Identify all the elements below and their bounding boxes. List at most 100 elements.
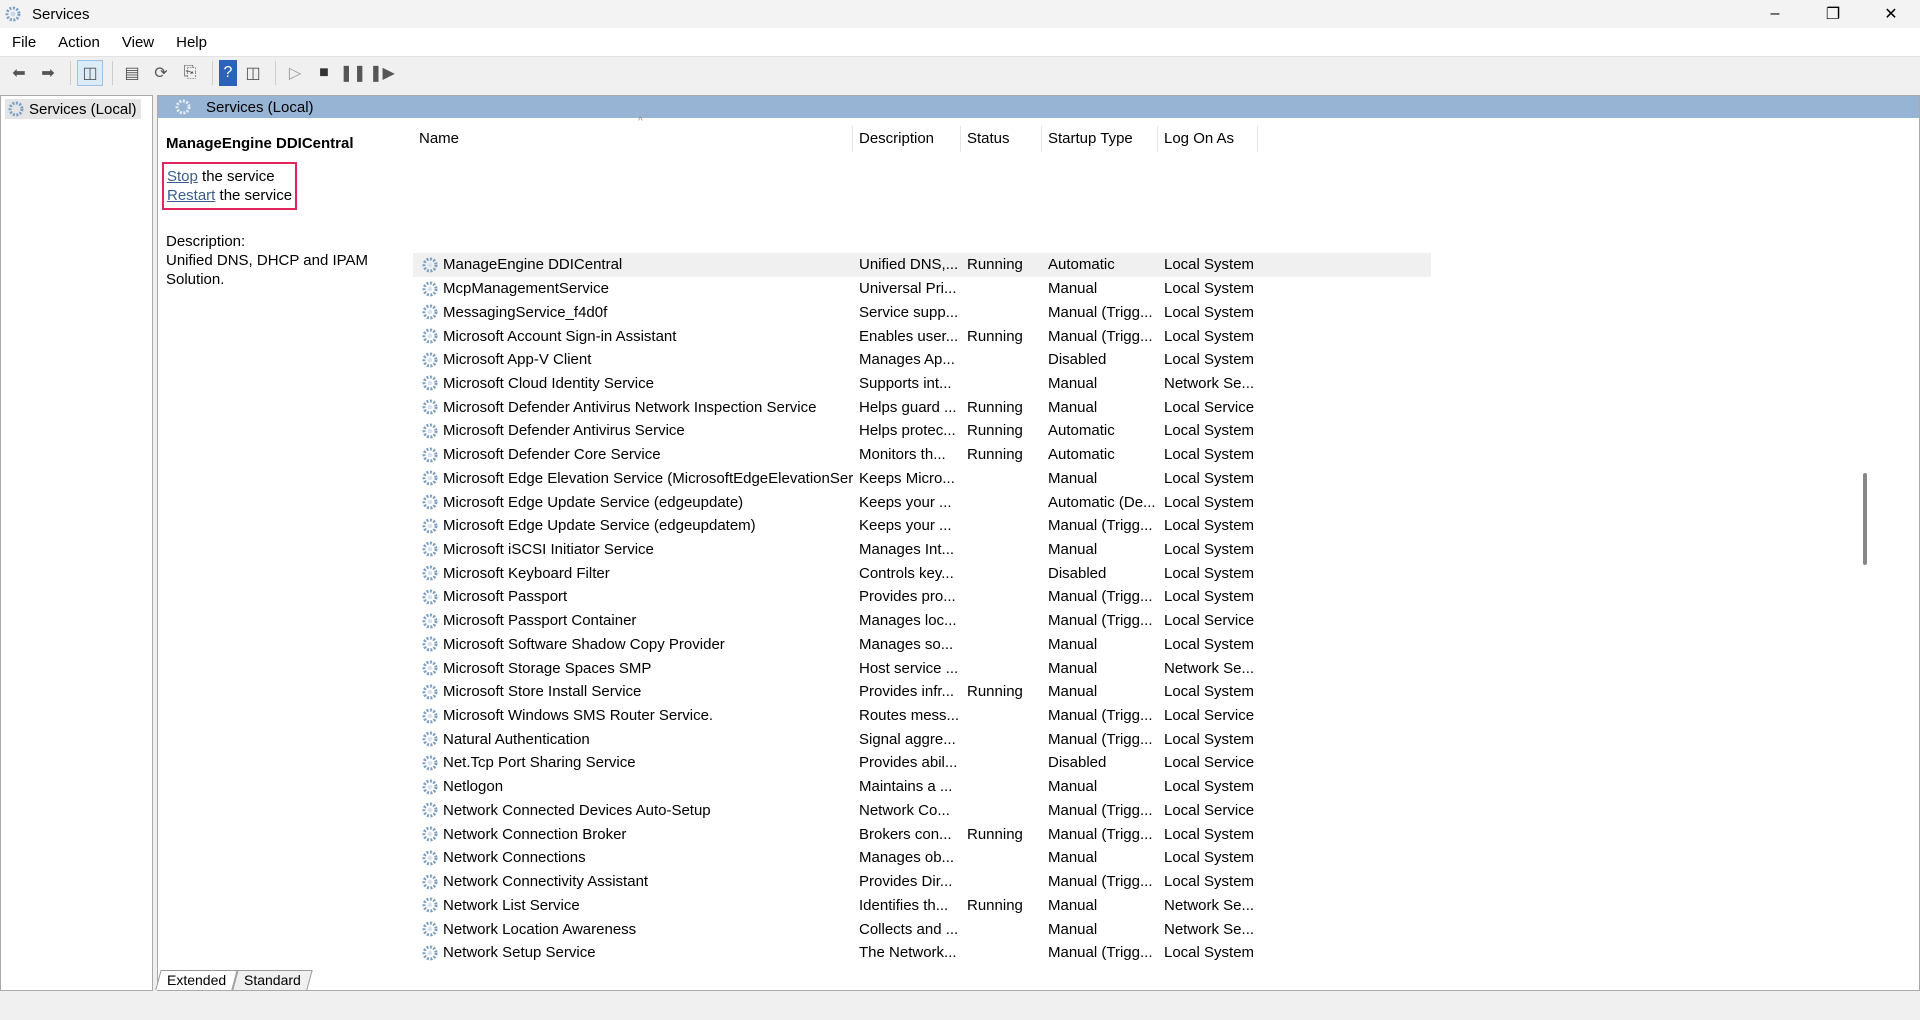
service-gear-icon	[422, 779, 438, 795]
service-row[interactable]: Network Connections Manages ob... Manual Lo…	[413, 846, 1258, 870]
service-row[interactable]: ManageEngine DDICentral Unified DNS,... Ru…	[413, 253, 1431, 277]
service-row[interactable]: Microsoft App-V Client Manages Ap... Disab…	[413, 348, 1258, 372]
service-row[interactable]: Microsoft Passport Container Manages loc.…	[413, 609, 1258, 633]
service-name-text: Network Location Awareness	[443, 920, 637, 938]
service-row[interactable]: Network Location Awareness Collects and .…	[413, 917, 1258, 941]
menu-view[interactable]: View	[122, 34, 154, 51]
service-row[interactable]: Net.Tcp Port Sharing Service Provides abi…	[413, 751, 1258, 775]
stop-service-link[interactable]: Stop	[167, 168, 198, 185]
service-name-text: Net.Tcp Port Sharing Service	[443, 754, 636, 772]
view-tabs: Extended Standard	[155, 970, 313, 990]
service-row[interactable]: Microsoft Storage Spaces SMP Host service…	[413, 656, 1258, 680]
menu-file[interactable]: File	[12, 34, 36, 51]
service-name: Network Connection Broker	[413, 825, 853, 843]
service-row[interactable]: Microsoft Edge Elevation Service (Micros…	[413, 466, 1258, 490]
service-gear-icon	[422, 660, 438, 676]
service-description: Controls key...	[859, 564, 954, 582]
service-description: Monitors th...	[859, 446, 946, 464]
service-row[interactable]: Natural Authentication Signal aggre... Man…	[413, 727, 1258, 751]
restore-button[interactable]: ❐	[1804, 0, 1862, 28]
service-row[interactable]: Network Connectivity Assistant Provides D…	[413, 870, 1258, 894]
service-row[interactable]: Microsoft iSCSI Initiator Service Manages…	[413, 538, 1258, 562]
window-title: Services	[32, 5, 90, 23]
service-row[interactable]: Microsoft Account Sign-in Assistant Enabl…	[413, 324, 1258, 348]
show-hide-console-tree-icon[interactable]: ◫	[77, 59, 103, 86]
export-list-icon[interactable]: ⎘	[177, 60, 203, 86]
restart-service-link[interactable]: Restart	[167, 187, 215, 204]
service-gear-icon	[422, 731, 438, 747]
service-gear-icon	[422, 447, 438, 463]
service-row[interactable]: Network Connection Broker Brokers con... R…	[413, 822, 1258, 846]
service-row[interactable]: Microsoft Windows SMS Router Service. Rou…	[413, 704, 1258, 728]
start-service-icon[interactable]: ▷	[282, 60, 308, 86]
show-action-pane-icon[interactable]: ◫	[240, 60, 266, 86]
service-status: Running	[967, 896, 1023, 914]
service-name-text: Microsoft Edge Update Service (edgeupdat…	[443, 517, 756, 535]
service-description: Keeps your ...	[859, 517, 952, 535]
stop-service-icon[interactable]: ■	[311, 60, 337, 86]
service-row[interactable]: Network Setup Service The Network... Manua…	[413, 941, 1258, 965]
service-status: Running	[967, 327, 1023, 345]
column-description[interactable]: Description	[853, 126, 961, 152]
service-description: Manages so...	[859, 635, 954, 653]
restart-service-icon[interactable]: ❚▶	[369, 60, 395, 86]
service-name-text: MessagingService_f4d0f	[443, 303, 608, 321]
service-row[interactable]: Microsoft Store Install Service Provides …	[413, 680, 1258, 704]
menu-action[interactable]: Action	[58, 34, 100, 51]
tab-standard[interactable]: Standard	[232, 970, 313, 990]
service-row[interactable]: Microsoft Defender Antivirus Network Ins…	[413, 395, 1258, 419]
service-row[interactable]: Microsoft Keyboard Filter Controls key...…	[413, 561, 1258, 585]
service-description: Enables user...	[859, 327, 959, 345]
service-log-on-as: Local System	[1164, 280, 1255, 298]
service-name: Microsoft Defender Core Service	[413, 446, 853, 464]
service-row[interactable]: Microsoft Software Shadow Copy Provider M…	[413, 633, 1258, 657]
forward-icon[interactable]: ➡	[35, 60, 61, 86]
service-startup-type: Manual (Trigg...	[1048, 730, 1153, 748]
vertical-scrollbar[interactable]	[1857, 106, 1873, 966]
service-name: Microsoft Edge Elevation Service (Micros…	[413, 469, 853, 487]
service-row[interactable]: Microsoft Edge Update Service (edgeupdat…	[413, 514, 1258, 538]
service-startup-type: Disabled	[1048, 564, 1107, 582]
help-icon[interactable]: ?	[219, 59, 237, 86]
service-row[interactable]: MessagingService_f4d0f Service supp... Man…	[413, 300, 1258, 324]
service-row[interactable]: Network Store Interface ServiceThis serv…	[413, 965, 1258, 966]
service-gear-icon	[422, 589, 438, 605]
service-log-on-as: Local System	[1164, 564, 1255, 582]
column-status[interactable]: Status	[961, 126, 1042, 152]
properties-icon[interactable]: ▤	[119, 60, 145, 86]
pause-service-icon[interactable]: ❚❚	[340, 60, 367, 86]
panel-title: Services (Local)	[206, 98, 314, 116]
service-name: Microsoft Cloud Identity Service	[413, 374, 853, 392]
column-startup-type[interactable]: Startup Type	[1042, 126, 1158, 152]
menu-help[interactable]: Help	[176, 34, 207, 51]
service-row[interactable]: Microsoft Defender Antivirus Service Help…	[413, 419, 1258, 443]
service-log-on-as: Local System	[1164, 517, 1255, 535]
refresh-icon[interactable]: ⟳	[148, 60, 174, 86]
service-row[interactable]: Network List Service Identifies th... Runn…	[413, 893, 1258, 917]
tab-extended[interactable]: Extended	[155, 970, 238, 990]
service-row[interactable]: Microsoft Defender Core Service Monitors …	[413, 443, 1258, 467]
service-row[interactable]: Microsoft Edge Update Service (edgeupdat…	[413, 490, 1258, 514]
service-row[interactable]: McpManagementService Universal Pri... Manu…	[413, 277, 1258, 301]
status-bar	[0, 992, 1920, 1020]
service-name: Network Location Awareness	[413, 920, 853, 938]
service-row[interactable]: Microsoft Cloud Identity Service Supports…	[413, 372, 1258, 396]
column-log-on-as[interactable]: Log On As	[1158, 126, 1258, 152]
service-description: Service supp...	[859, 303, 959, 321]
service-gear-icon	[422, 636, 438, 652]
tree-item-services-local[interactable]: Services (Local)	[5, 99, 141, 119]
service-log-on-as: Local System	[1164, 351, 1255, 369]
scrollbar-thumb[interactable]	[1863, 473, 1867, 565]
service-gear-icon	[422, 399, 438, 415]
service-description: Manages Ap...	[859, 351, 955, 369]
minimize-button[interactable]: –	[1746, 0, 1804, 28]
service-description: Brokers con...	[859, 825, 952, 843]
back-icon[interactable]: ⬅	[6, 60, 32, 86]
restart-text: the service	[215, 187, 293, 204]
service-log-on-as: Local Service	[1164, 801, 1255, 819]
column-name[interactable]: Name	[413, 126, 853, 152]
service-row[interactable]: Netlogon Maintains a ... Manual Local Syste…	[413, 775, 1258, 799]
close-button[interactable]: ✕	[1862, 0, 1920, 28]
service-row[interactable]: Network Connected Devices Auto-Setup Netw…	[413, 799, 1258, 823]
service-row[interactable]: Microsoft Passport Provides pro... Manual …	[413, 585, 1258, 609]
